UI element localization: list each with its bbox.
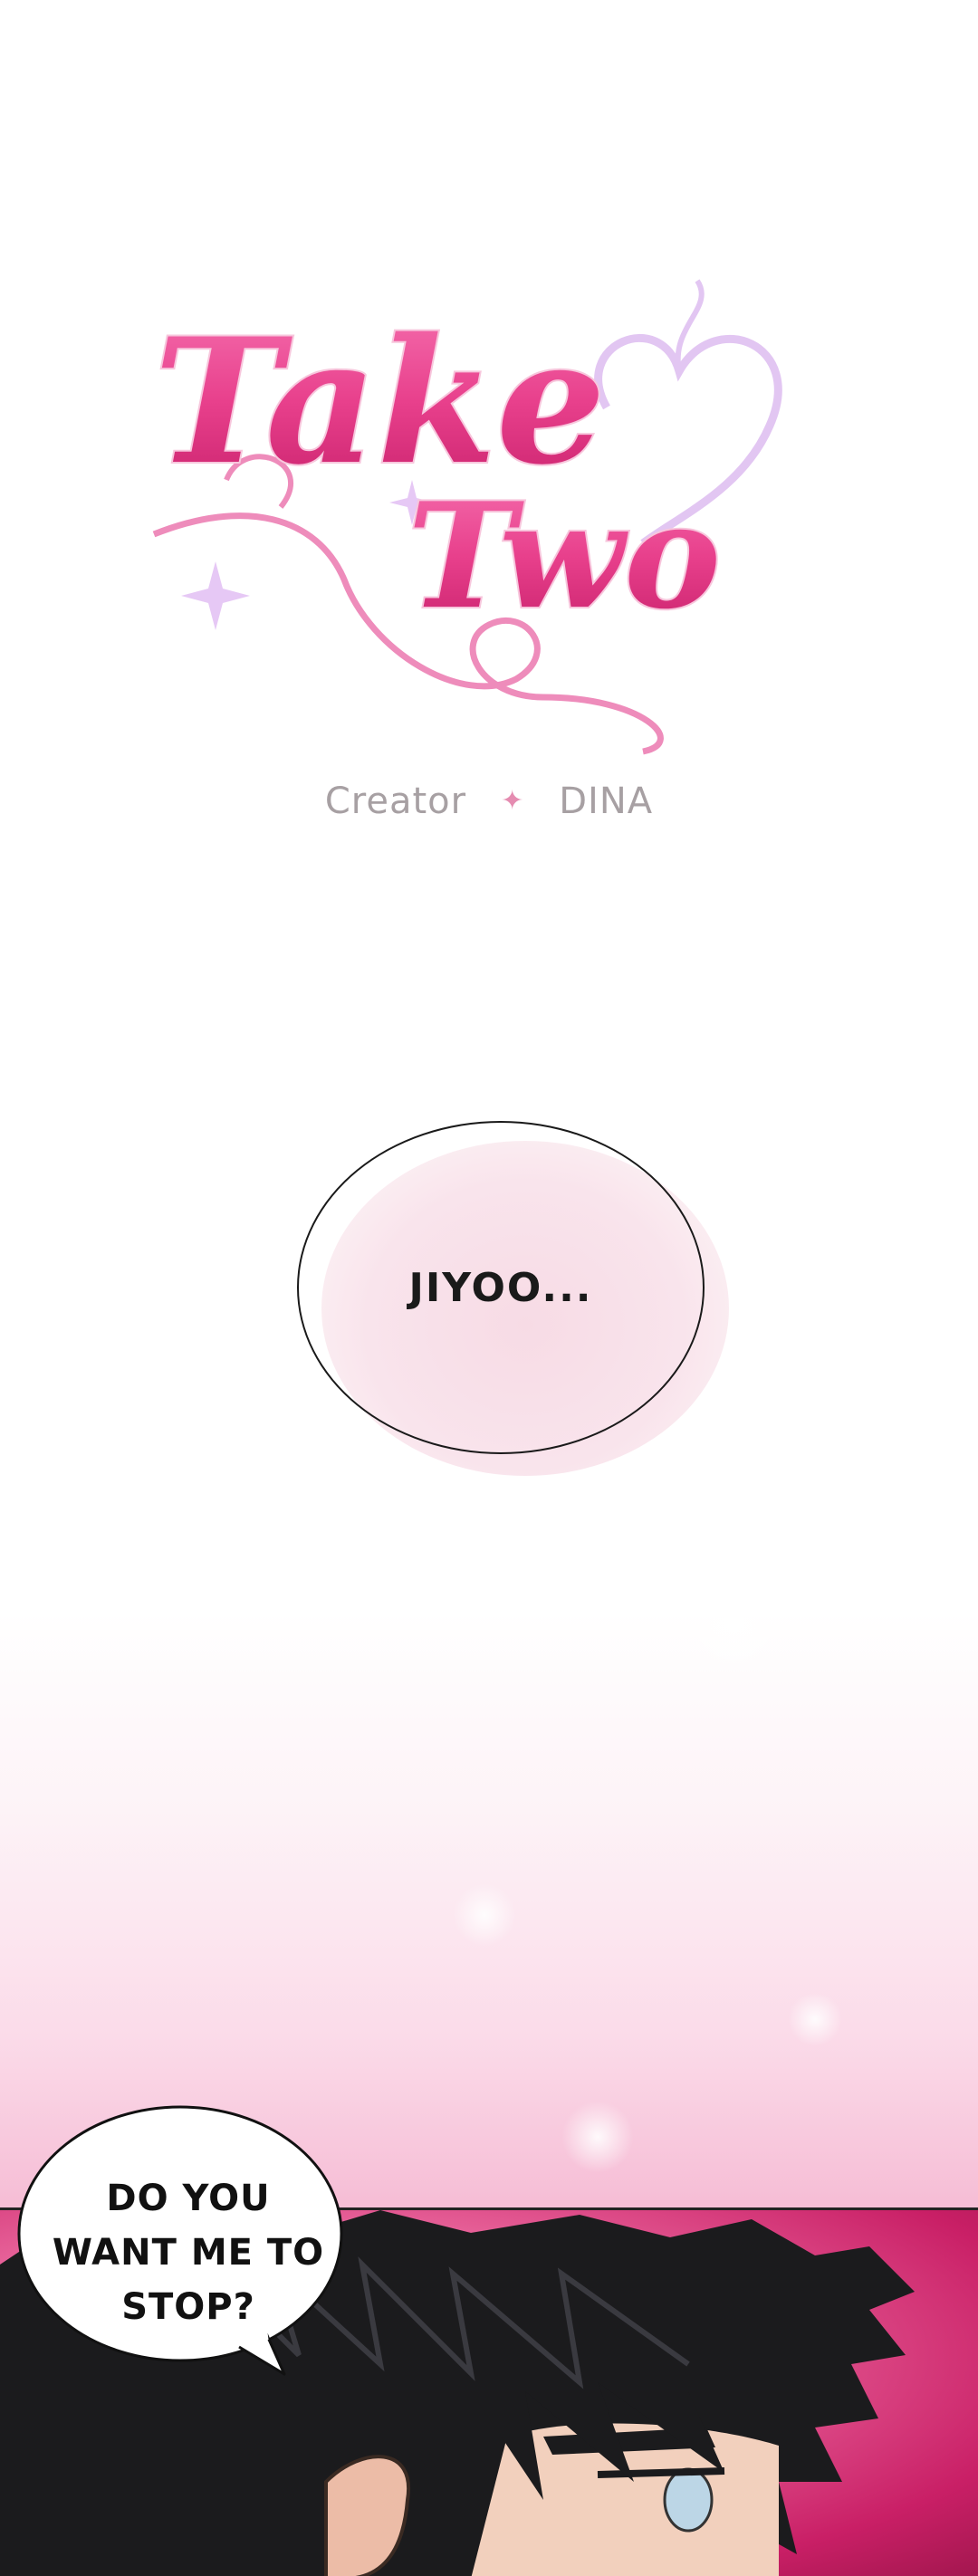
speech-bubble-text: DO YOU WANT ME TO STOP?: [34, 2171, 342, 2334]
svg-text:Two: Two: [408, 471, 721, 641]
sparkle-icon: [181, 561, 250, 630]
creator-name: DINA: [559, 780, 654, 822]
creator-label: Creator: [324, 780, 467, 822]
speech-line: WANT ME TO: [52, 2232, 325, 2274]
eye-icon: [663, 2467, 714, 2533]
speech-line: DO YOU: [106, 2178, 271, 2219]
creator-credit: Creator ✦ DINA: [0, 780, 978, 822]
sparkle-separator-icon: ✦: [501, 785, 525, 817]
bokeh-light: [453, 1883, 516, 1947]
bokeh-light: [561, 2101, 634, 2173]
title-logo: Take Two: [152, 279, 782, 755]
speech-bubble-text: JIYOO...: [408, 1264, 593, 1311]
bokeh-light: [788, 1992, 842, 2046]
speech-line: STOP?: [121, 2286, 255, 2328]
bokeh-light: [679, 1566, 788, 1675]
